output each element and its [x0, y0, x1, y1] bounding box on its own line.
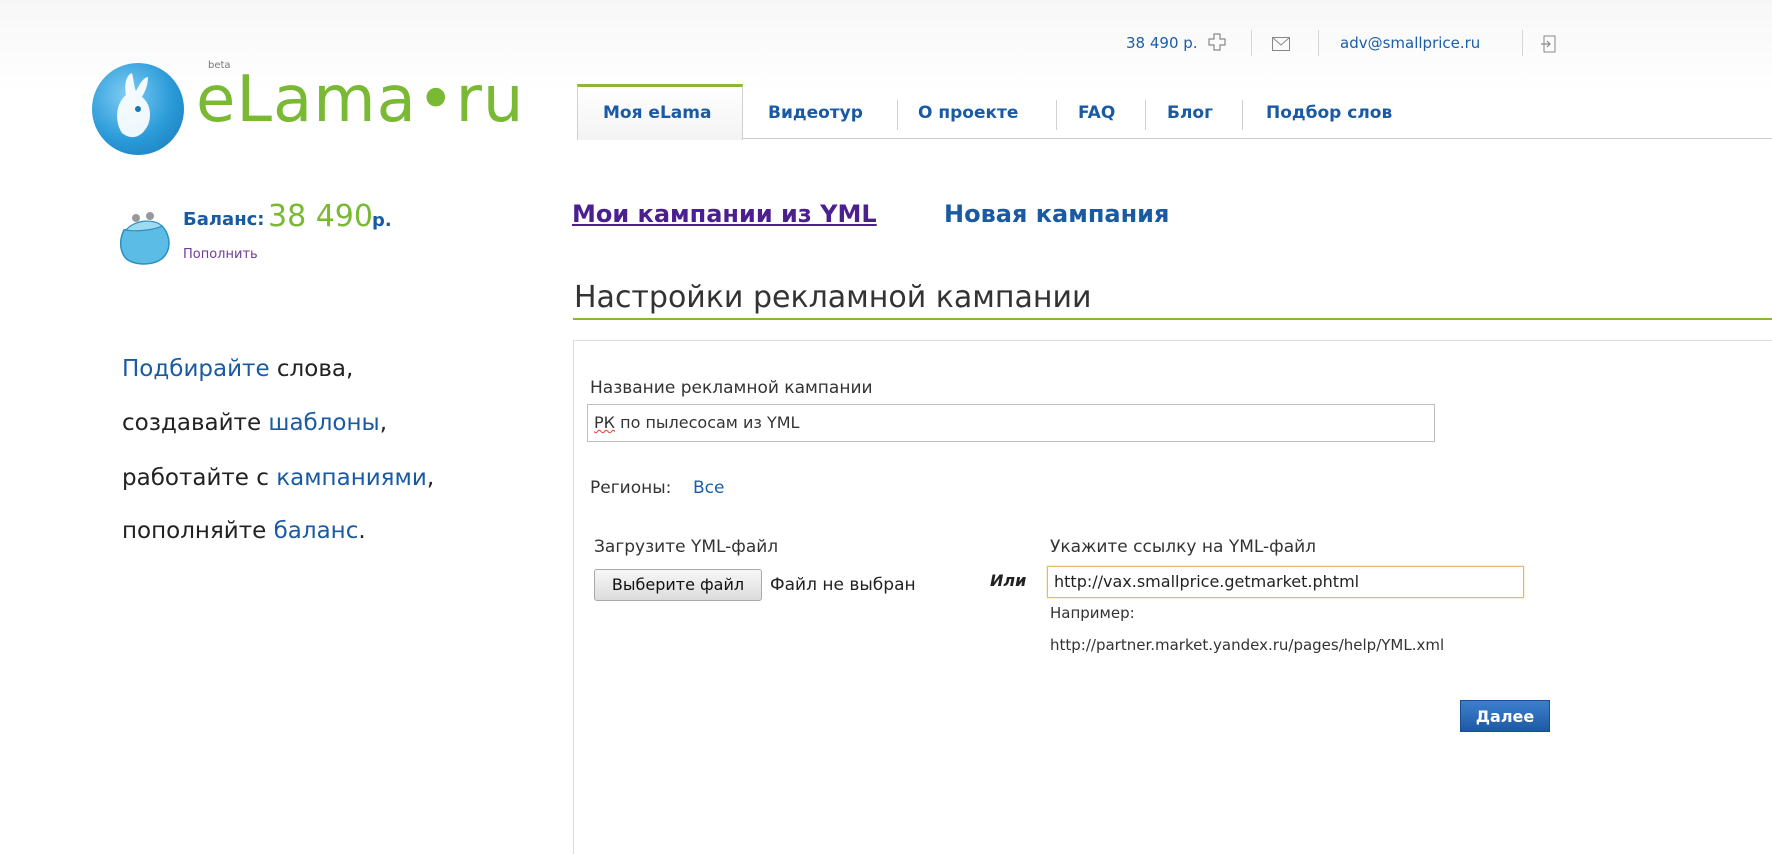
- campaign-name-value: по пылесосам из YML: [615, 413, 800, 432]
- user-email-link[interactable]: adv@smallprice.ru: [1340, 34, 1480, 52]
- promo-text: пополняйте: [122, 518, 274, 544]
- promo-link-templates[interactable]: шаблоны: [268, 410, 379, 436]
- add-funds-icon[interactable]: [1208, 33, 1226, 55]
- tab-faq[interactable]: FAQ: [1078, 103, 1115, 123]
- logout-icon[interactable]: [1541, 35, 1557, 57]
- balance-label: Баланс:: [183, 209, 265, 230]
- promo-text: ,: [426, 465, 435, 491]
- tab-blog[interactable]: Блог: [1167, 103, 1213, 123]
- promo-text: создавайте: [122, 410, 269, 436]
- yml-url-label: Укажите ссылку на YML-файл: [1050, 537, 1317, 557]
- mail-icon[interactable]: [1272, 36, 1290, 55]
- file-status: Файл не выбран: [770, 575, 916, 595]
- promo-link-balance[interactable]: баланс: [274, 518, 359, 544]
- nav-divider: [897, 100, 898, 130]
- promo-line: работайте с кампаниями,: [122, 465, 434, 491]
- nav-divider: [1145, 100, 1146, 130]
- campaign-name-value-prefix: РК: [594, 413, 616, 432]
- promo-line: создавайте шаблоны,: [122, 410, 387, 436]
- subnav-new-campaign[interactable]: Новая кампания: [944, 200, 1169, 228]
- balance-value: 38 490: [268, 199, 373, 234]
- title-underline: [573, 318, 1772, 320]
- nav-baseline: [577, 138, 1772, 139]
- tab-my-elama-label[interactable]: Моя eLama: [603, 103, 711, 123]
- choose-file-button[interactable]: Выберите файл: [594, 569, 762, 601]
- balance-currency: р.: [372, 210, 392, 231]
- header-divider: [1251, 30, 1252, 56]
- topup-link[interactable]: Пополнить: [183, 247, 258, 262]
- example-url: http://partner.market.yandex.ru/pages/he…: [1050, 636, 1445, 654]
- nav-divider: [1056, 100, 1057, 130]
- logo-text[interactable]: eLama•ru: [196, 60, 524, 140]
- header-balance-link[interactable]: 38 490 р.: [1126, 34, 1198, 52]
- or-label: Или: [990, 571, 1027, 590]
- campaign-name-input[interactable]: РК по пылесосам из YML: [587, 404, 1435, 442]
- logo-llama-icon[interactable]: [92, 63, 184, 155]
- wallet-icon: [116, 208, 172, 266]
- example-label: Например:: [1050, 604, 1135, 622]
- header-divider: [1318, 30, 1319, 56]
- promo-link-keywords[interactable]: Подбирайте: [122, 356, 270, 382]
- subnav-my-yml-campaigns[interactable]: Мои кампании из YML: [572, 200, 877, 228]
- tab-videotour[interactable]: Видеотур: [768, 103, 863, 123]
- nav-divider: [1242, 100, 1243, 130]
- campaign-name-label: Название рекламной кампании: [590, 378, 873, 398]
- promo-text: работайте с: [122, 465, 277, 491]
- yml-url-input[interactable]: http://vax.smallprice.getmarket.phtml: [1047, 566, 1524, 598]
- upload-yml-label: Загрузите YML-файл: [594, 537, 779, 557]
- promo-link-campaigns[interactable]: кампаниями: [276, 465, 427, 491]
- promo-text: ,: [379, 410, 388, 436]
- promo-line: пополняйте баланс.: [122, 518, 366, 544]
- header-divider: [1522, 30, 1523, 56]
- promo-text: слова,: [269, 356, 354, 382]
- tab-keyword-selection[interactable]: Подбор слов: [1266, 103, 1392, 123]
- regions-label: Регионы:: [590, 478, 672, 498]
- page-title: Настройки рекламной кампании: [574, 280, 1092, 315]
- next-button[interactable]: Далее: [1460, 700, 1550, 732]
- promo-line: Подбирайте слова,: [122, 356, 353, 382]
- regions-link[interactable]: Все: [693, 478, 724, 498]
- promo-text: .: [358, 518, 366, 544]
- tab-about[interactable]: О проекте: [918, 103, 1018, 123]
